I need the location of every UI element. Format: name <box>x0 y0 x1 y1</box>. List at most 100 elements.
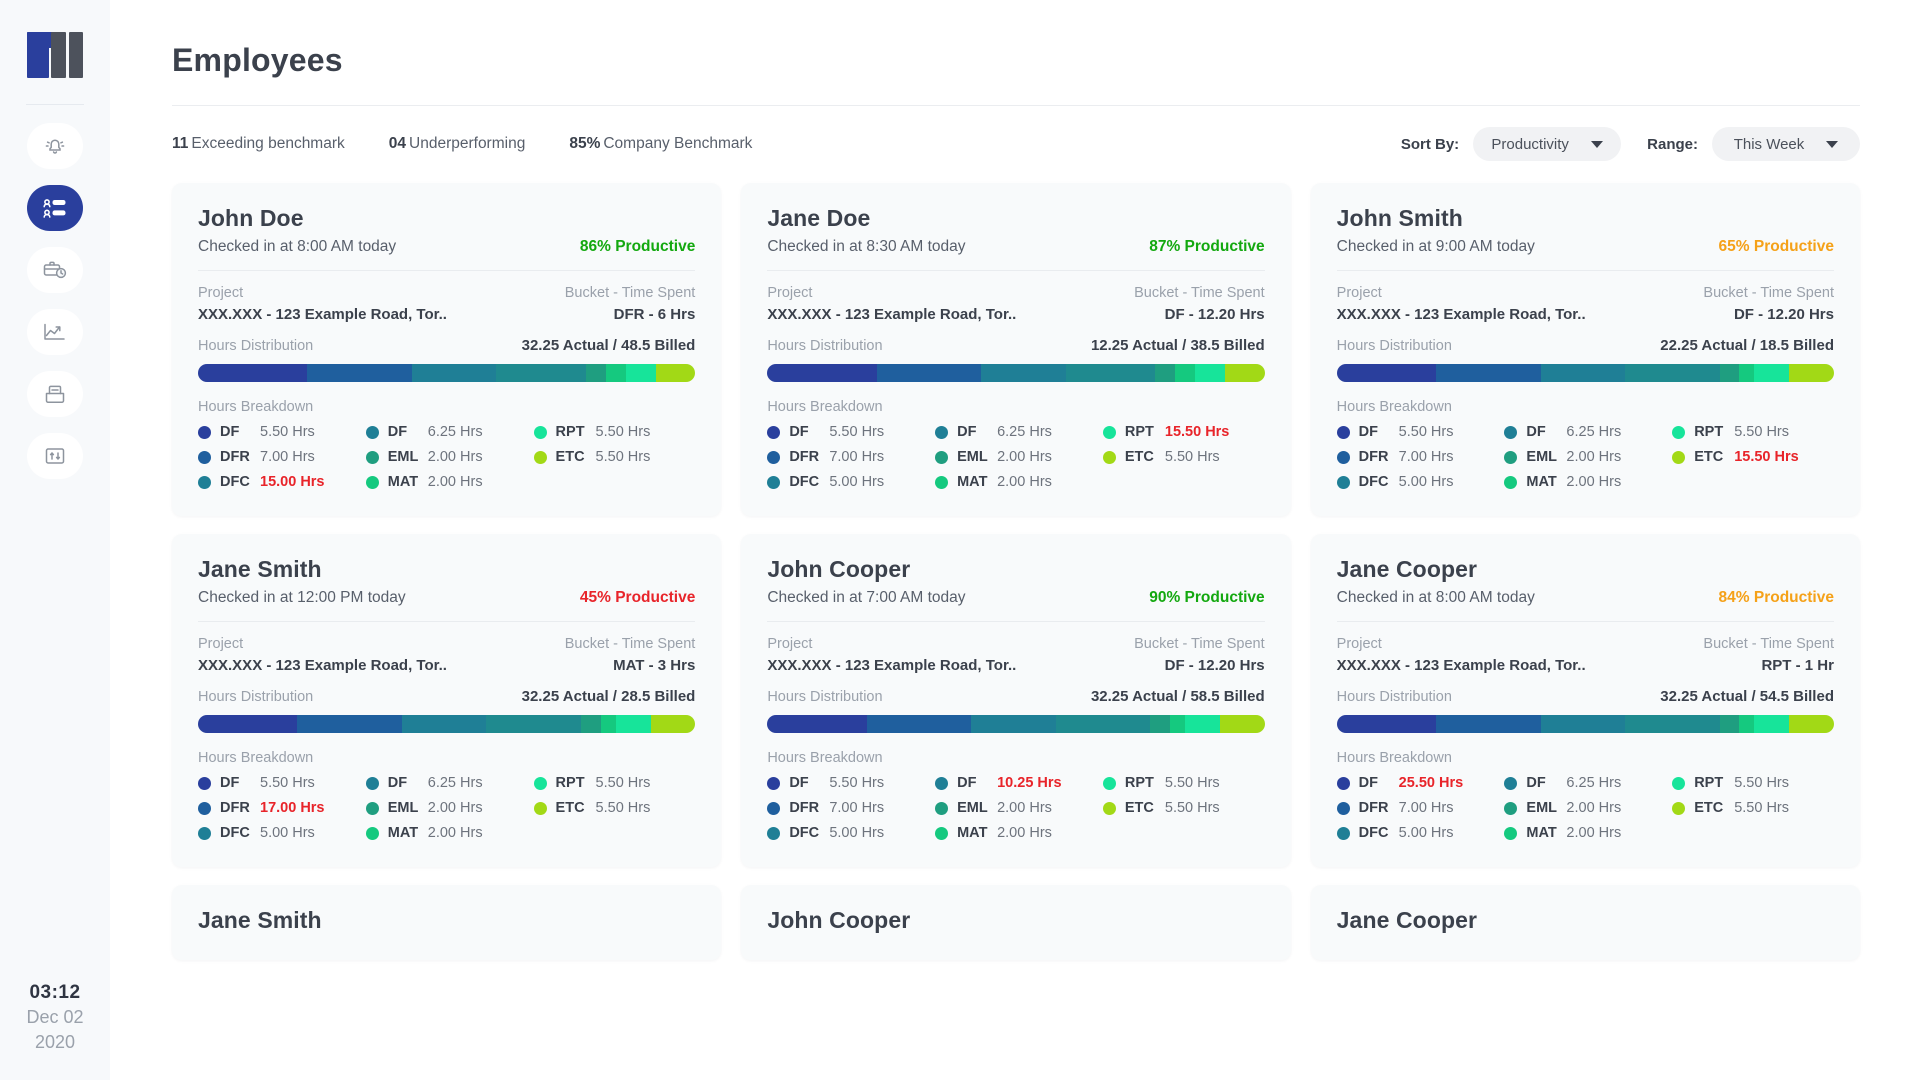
legend-color-dot-icon <box>366 476 379 489</box>
legend-color-dot-icon <box>534 451 547 464</box>
legend-color-dot-icon <box>935 426 948 439</box>
hours-actual-billed: 22.25 Actual / 18.5 Billed <box>1660 337 1834 354</box>
legend-hours-value: 7.00 Hrs <box>829 800 884 816</box>
legend-item: DFC15.00 Hrs <box>198 474 360 490</box>
legend-hours-value: 5.50 Hrs <box>1734 775 1789 791</box>
legend-hours-value: 6.25 Hrs <box>428 775 483 791</box>
legend-item: DF6.25 Hrs <box>1504 775 1666 791</box>
sidebar-item-notifications[interactable] <box>27 123 83 169</box>
hours-distribution-row: Hours Distribution32.25 Actual / 28.5 Bi… <box>198 688 695 705</box>
legend-item: DFR17.00 Hrs <box>198 800 360 816</box>
employee-card[interactable]: Jane SmithChecked in at 12:00 PM today45… <box>172 534 721 867</box>
hours-actual-billed: 12.25 Actual / 38.5 Billed <box>1091 337 1265 354</box>
range-select[interactable]: This Week <box>1712 127 1860 161</box>
legend-hours-value: 2.00 Hrs <box>428 474 483 490</box>
hours-distribution-label: Hours Distribution <box>198 689 313 705</box>
legend-hours-value: 7.00 Hrs <box>260 449 315 465</box>
toolbar: 11Exceeding benchmark04Underperforming85… <box>172 127 1860 161</box>
legend-item: DFR7.00 Hrs <box>1337 800 1499 816</box>
sidebar-item-inbox[interactable] <box>27 371 83 417</box>
main-panel: Employees 11Exceeding benchmark04Underpe… <box>110 0 1920 1080</box>
legend-hours-value: 5.50 Hrs <box>596 424 651 440</box>
legend-item: EML2.00 Hrs <box>935 449 1097 465</box>
distribution-segment <box>586 364 606 382</box>
distribution-segment <box>1195 364 1225 382</box>
employee-card[interactable]: Jane Smith <box>172 885 721 960</box>
legend-hours-value: 5.50 Hrs <box>596 449 651 465</box>
legend-color-dot-icon <box>1103 426 1116 439</box>
employee-card[interactable]: John CooperChecked in at 7:00 AM today90… <box>741 534 1290 867</box>
legend-code: DFC <box>220 474 251 490</box>
legend-code: RPT <box>1694 424 1725 440</box>
legend-hours-value: 5.00 Hrs <box>1399 825 1454 841</box>
legend-item: DFC5.00 Hrs <box>1337 474 1499 490</box>
legend-item: DFR7.00 Hrs <box>767 800 929 816</box>
legend-item: DF10.25 Hrs <box>935 775 1097 791</box>
legend-code: EML <box>1526 449 1557 465</box>
legend-color-dot-icon <box>1672 426 1685 439</box>
clock-date-month-day: Dec 02 <box>0 1005 110 1029</box>
legend-hours-value: 5.50 Hrs <box>1734 800 1789 816</box>
sidebar-item-reports[interactable] <box>27 309 83 355</box>
hours-distribution-row: Hours Distribution12.25 Actual / 38.5 Bi… <box>767 337 1264 354</box>
sidebar-item-employees[interactable] <box>27 185 83 231</box>
legend-color-dot-icon <box>366 426 379 439</box>
logo-bar-mid <box>51 32 66 78</box>
legend-code: DF <box>789 775 820 791</box>
legend-code: DF <box>388 424 419 440</box>
checkin-row: Checked in at 8:00 AM today84% Productiv… <box>1337 589 1834 607</box>
legend-color-dot-icon <box>935 451 948 464</box>
card-value-row: XXX.XXX - 123 Example Road, Tor..DFR - 6… <box>198 306 695 323</box>
legend-color-dot-icon <box>1103 802 1116 815</box>
legend-code: MAT <box>388 825 419 841</box>
hours-distribution-bar <box>198 364 695 382</box>
distribution-segment <box>1436 715 1540 733</box>
employee-card[interactable]: Jane Cooper <box>1311 885 1860 960</box>
distribution-segment <box>651 715 696 733</box>
employee-card[interactable]: John Cooper <box>741 885 1290 960</box>
card-divider <box>1337 621 1834 622</box>
legend-code: DFR <box>220 449 251 465</box>
legend-item: MAT2.00 Hrs <box>935 825 1097 841</box>
productivity-badge: 65% Productive <box>1719 238 1834 256</box>
project-value: XXX.XXX - 123 Example Road, Tor.. <box>767 657 1016 674</box>
legend-item: EML2.00 Hrs <box>1504 800 1666 816</box>
legend-item: DFR 7.00 Hrs <box>198 449 360 465</box>
legend-item: DFR7.00 Hrs <box>1337 449 1499 465</box>
bucket-label: Bucket - Time Spent <box>1134 636 1265 652</box>
legend-item: EML2.00 Hrs <box>1504 449 1666 465</box>
legend-code: MAT <box>957 825 988 841</box>
legend-color-dot-icon <box>767 451 780 464</box>
card-detail-row: ProjectBucket - Time Spent <box>198 285 695 301</box>
bucket-label: Bucket - Time Spent <box>1134 285 1265 301</box>
legend-hours-value: 6.25 Hrs <box>997 424 1052 440</box>
employee-card[interactable]: John SmithChecked in at 9:00 AM today65%… <box>1311 183 1860 516</box>
project-label: Project <box>1337 636 1382 652</box>
distribution-segment <box>1056 715 1150 733</box>
employee-name: Jane Smith <box>198 907 695 934</box>
distribution-segment <box>656 364 696 382</box>
employee-card[interactable]: Jane CooperChecked in at 8:00 AM today84… <box>1311 534 1860 867</box>
project-value: XXX.XXX - 123 Example Road, Tor.. <box>198 306 447 323</box>
legend-color-dot-icon <box>534 426 547 439</box>
legend-hours-value: 5.50 Hrs <box>1165 800 1220 816</box>
distribution-segment <box>1625 364 1719 382</box>
distribution-segment <box>496 364 586 382</box>
legend-color-dot-icon <box>1504 827 1517 840</box>
legend-item: EML2.00 Hrs <box>366 449 528 465</box>
employee-card[interactable]: Jane DoeChecked in at 8:30 AM today87% P… <box>741 183 1290 516</box>
stat-item: 11Exceeding benchmark <box>172 135 345 153</box>
card-detail-row: ProjectBucket - Time Spent <box>1337 636 1834 652</box>
legend-item: DFC5.00 Hrs <box>767 474 929 490</box>
chevron-down-icon <box>1591 141 1603 148</box>
sort-by-select[interactable]: Productivity <box>1473 127 1621 161</box>
legend-item: DF6.25 Hrs <box>1504 424 1666 440</box>
filter-label: Sort By: <box>1401 136 1459 153</box>
employee-card[interactable]: John DoeChecked in at 8:00 AM today86% P… <box>172 183 721 516</box>
page-title: Employees <box>172 42 1860 79</box>
legend-hours-value: 2.00 Hrs <box>1566 800 1621 816</box>
sidebar-item-timesheets[interactable] <box>27 247 83 293</box>
sidebar-item-settings[interactable] <box>27 433 83 479</box>
legend-color-dot-icon <box>1103 777 1116 790</box>
clock-date-year: 2020 <box>0 1030 110 1054</box>
